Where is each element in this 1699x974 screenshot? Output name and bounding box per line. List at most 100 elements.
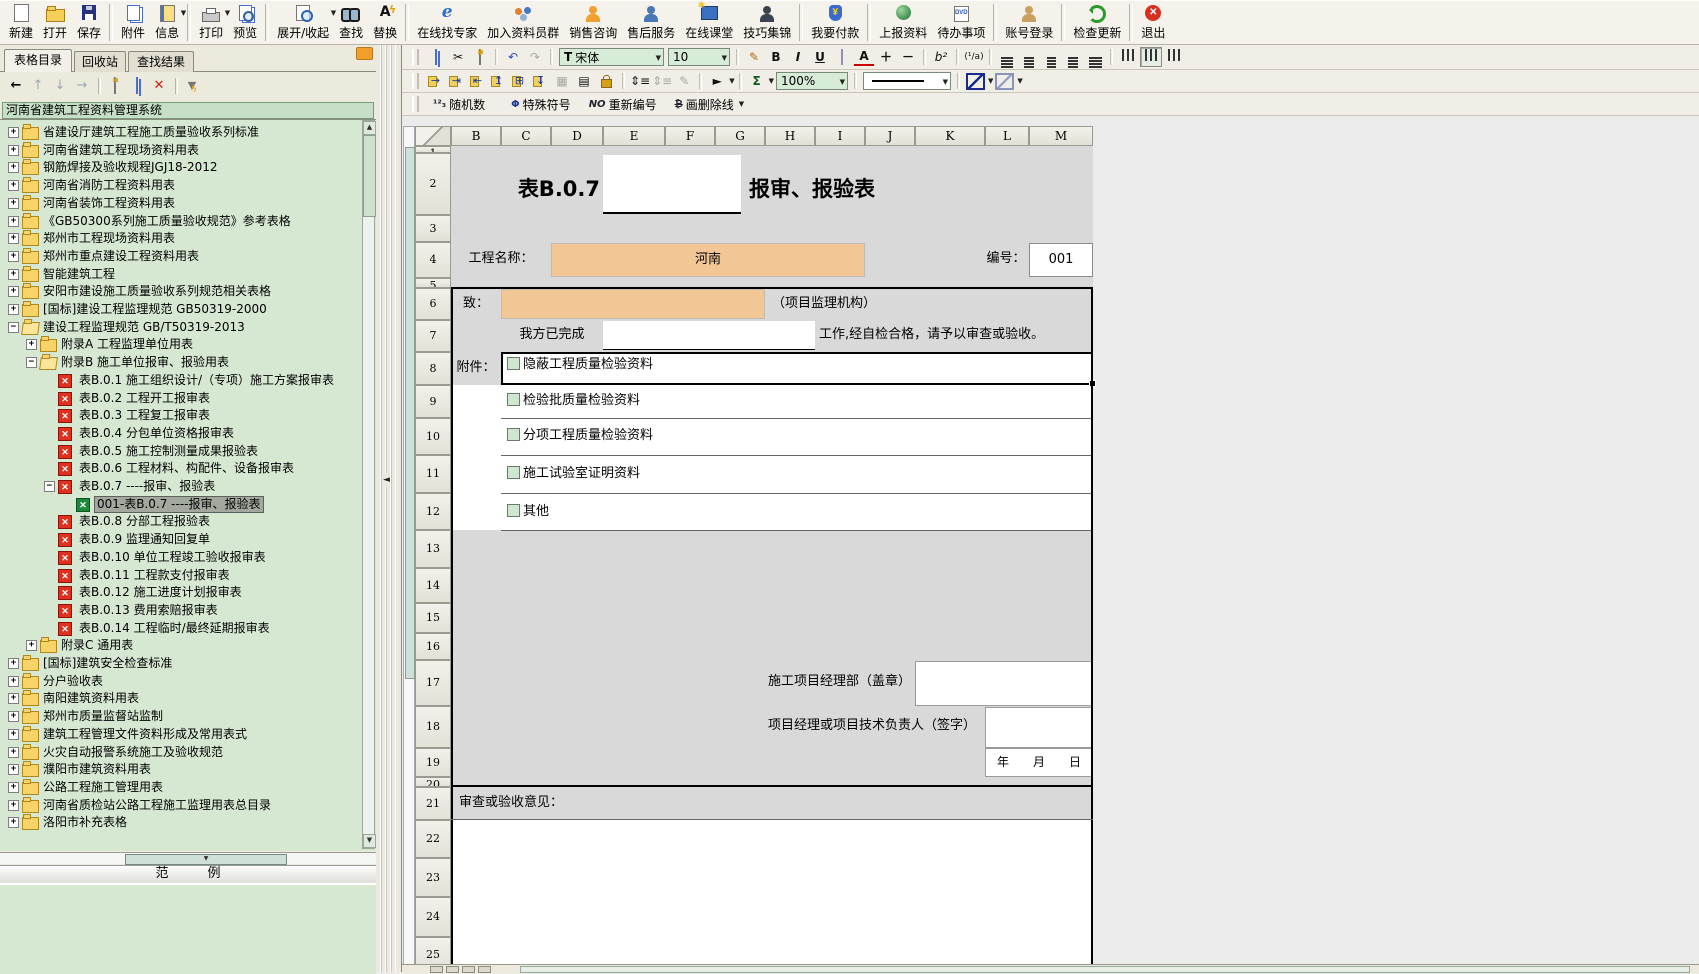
pay-button[interactable]: ¥我要付款 <box>806 1 864 44</box>
underline-button[interactable]: U <box>810 48 830 66</box>
tree-item-label[interactable]: 郑州市质量监督站监制 <box>41 709 165 724</box>
tree-item[interactable]: ✕表B.0.3 工程复工报审表 <box>0 407 376 424</box>
tree-item-label[interactable]: [国标]建筑安全检查标准 <box>41 656 174 671</box>
tree-hscroll-thumb[interactable]: ▼ <box>125 854 287 865</box>
chevron-down-icon[interactable]: ▼ <box>840 78 845 86</box>
row-header-14[interactable]: 14 <box>415 568 451 603</box>
tree-item-label[interactable]: 南阳建筑资料用表 <box>41 691 141 706</box>
expand-icon[interactable]: + <box>8 233 19 244</box>
tree-item[interactable]: +省建设厅建筑工程施工质量验收系列标准 <box>0 124 376 141</box>
tree-item-label[interactable]: 洛阳市补充表格 <box>41 815 129 830</box>
tree-item-label[interactable]: 《GB50300系列施工质量验收规范》参考表格 <box>41 214 293 229</box>
tree-item-label[interactable]: 钢筋焊接及验收规程JGJ18-2012 <box>41 160 220 175</box>
find-button[interactable]: 查找 <box>334 1 368 44</box>
tree-item[interactable]: +河南省消防工程资料用表 <box>0 177 376 194</box>
tree-item-label[interactable]: [国标]建设工程监理规范 GB50319-2000 <box>41 302 269 317</box>
tab-recycle-bin[interactable]: 回收站 <box>74 51 126 72</box>
tree-item[interactable]: ✕表B.0.14 工程临时/最终延期报审表 <box>0 620 376 637</box>
row-header-19[interactable]: 19 <box>415 748 451 777</box>
sales-button[interactable]: 销售咨询 <box>564 1 622 44</box>
align-left-button[interactable] <box>1019 48 1039 66</box>
split-cell-vertical-button[interactable]: ↥ <box>489 73 508 89</box>
copy-node-icon[interactable] <box>127 77 147 95</box>
review-area[interactable] <box>451 820 1093 966</box>
tree-item[interactable]: +郑州市质量监督站监制 <box>0 708 376 725</box>
tree-item-label[interactable]: 表B.0.8 分部工程报验表 <box>77 514 212 529</box>
tree-item-label[interactable]: 附录B 施工单位报审、报验用表 <box>59 355 231 370</box>
superscript-button[interactable]: b² <box>931 48 951 66</box>
row-header-15[interactable]: 15 <box>415 603 451 633</box>
fill-color-button[interactable] <box>832 48 852 66</box>
tree-item-label[interactable]: 濮阳市建筑资料用表 <box>41 762 153 777</box>
tree-item-label[interactable]: 河南省装饰工程资料用表 <box>41 196 177 211</box>
tree-item-label[interactable]: 附录A 工程监理单位用表 <box>59 337 195 352</box>
tree-item[interactable]: + 附录A 工程监理单位用表 <box>0 336 376 353</box>
border-erase-button[interactable] <box>995 73 1014 90</box>
row-header-18[interactable]: 18 <box>415 706 451 748</box>
number-field[interactable]: 001 <box>1029 243 1093 277</box>
column-header-E[interactable]: E <box>603 126 665 146</box>
collapse-sidebar-icon[interactable]: ◄ <box>383 473 390 487</box>
report-button[interactable]: 上报资料 <box>874 1 932 44</box>
tree-item-label[interactable]: 公路工程施工管理用表 <box>41 780 165 795</box>
expand-icon[interactable]: + <box>8 269 19 280</box>
expand-icon[interactable]: + <box>8 747 19 758</box>
tree-item[interactable]: +郑州市工程现场资料用表 <box>0 230 376 247</box>
chevron-down-icon[interactable]: ▼ <box>729 77 734 85</box>
tree-item[interactable]: +河南省建筑工程现场资料用表 <box>0 142 376 159</box>
tree-item-label[interactable]: 郑州市重点建设工程资料用表 <box>41 249 201 264</box>
attach-button[interactable]: 附件 <box>116 1 150 44</box>
row-height-increase-button[interactable]: ⇕≡ <box>630 72 650 90</box>
replace-button[interactable]: A替换 <box>368 1 402 44</box>
info-button[interactable]: ▼信息 <box>150 1 184 44</box>
column-header-D[interactable]: D <box>551 126 603 146</box>
tree-item[interactable]: +河南省质检站公路工程施工监理用表总目录 <box>0 797 376 814</box>
expand-icon[interactable]: + <box>26 339 37 350</box>
column-header-H[interactable]: H <box>765 126 815 146</box>
todo-button[interactable]: DVD待办事项 <box>932 1 990 44</box>
tree-item-label[interactable]: 安阳市建设施工质量验收系列规范相关表格 <box>41 284 273 299</box>
row-header-21[interactable]: 21 <box>415 787 451 820</box>
line-style-select[interactable]: ▼ <box>863 72 951 90</box>
chevron-down-icon[interactable]: ▼ <box>656 54 661 62</box>
collapse-icon[interactable]: − <box>26 357 37 368</box>
expand-icon[interactable]: + <box>8 286 19 297</box>
vertical-text-right-button[interactable] <box>1164 48 1184 66</box>
chevron-down-icon[interactable]: ▼ <box>769 77 774 85</box>
tree-item-label[interactable]: 表B.0.1 施工组织设计/（专项）施工方案报审表 <box>77 373 336 388</box>
tree-item[interactable]: ✕表B.0.2 工程开工报审表 <box>0 390 376 407</box>
tree-item[interactable]: +河南省装饰工程资料用表 <box>0 195 376 212</box>
delete-node-icon[interactable]: ✕ <box>149 77 169 95</box>
column-header-G[interactable]: G <box>715 126 765 146</box>
paste-button[interactable] <box>470 48 490 66</box>
row-header-17[interactable]: 17 <box>415 660 451 706</box>
tips-button[interactable]: 技巧集锦 <box>738 1 796 44</box>
tree-item-label[interactable]: 河南省质检站公路工程施工监理用表总目录 <box>41 798 273 813</box>
insert-cell-left-button[interactable]: → <box>426 73 445 89</box>
cut-button[interactable]: ✂ <box>448 48 468 66</box>
attachment-checkbox[interactable] <box>507 504 520 517</box>
tree-item-label[interactable]: 表B.0.9 监理通知回复单 <box>77 532 212 547</box>
italic-button[interactable]: I <box>788 48 808 66</box>
row-header-20[interactable]: 20 <box>415 777 451 787</box>
preview-button[interactable]: 预览 <box>228 1 262 44</box>
tree-horizontal-scrollbar[interactable]: ▼ <box>0 852 376 864</box>
tree-item-label[interactable]: 表B.0.4 分包单位资格报审表 <box>77 426 236 441</box>
tree-item[interactable]: −建设工程监理规范 GB/T50319-2013 <box>0 319 376 336</box>
tree-item[interactable]: ✕表B.0.4 分包单位资格报审表 <box>0 425 376 442</box>
group-button[interactable]: 加入资料员群 <box>482 1 564 44</box>
row-header-3[interactable]: 3 <box>415 215 451 242</box>
expand-icon[interactable]: + <box>8 782 19 793</box>
align-right-button[interactable] <box>1063 48 1083 66</box>
example-panel-header[interactable]: 范 例 <box>0 865 376 884</box>
expand-icon[interactable]: + <box>8 729 19 740</box>
special-symbol-button[interactable]: 特殊符号 <box>523 96 571 113</box>
collapse-icon[interactable]: − <box>8 322 19 333</box>
copy-format-button[interactable]: ✎ <box>674 72 694 90</box>
tree-item[interactable]: ✕表B.0.5 施工控制测量成果报验表 <box>0 443 376 460</box>
increase-font-button[interactable]: ＋ <box>876 48 896 66</box>
classroom-button[interactable]: 在线课堂 <box>680 1 738 44</box>
tree-item[interactable]: +《GB50300系列施工质量验收规范》参考表格 <box>0 213 376 230</box>
tree-header-button[interactable] <box>356 47 373 60</box>
chevron-down-icon[interactable]: ▼ <box>722 54 727 62</box>
